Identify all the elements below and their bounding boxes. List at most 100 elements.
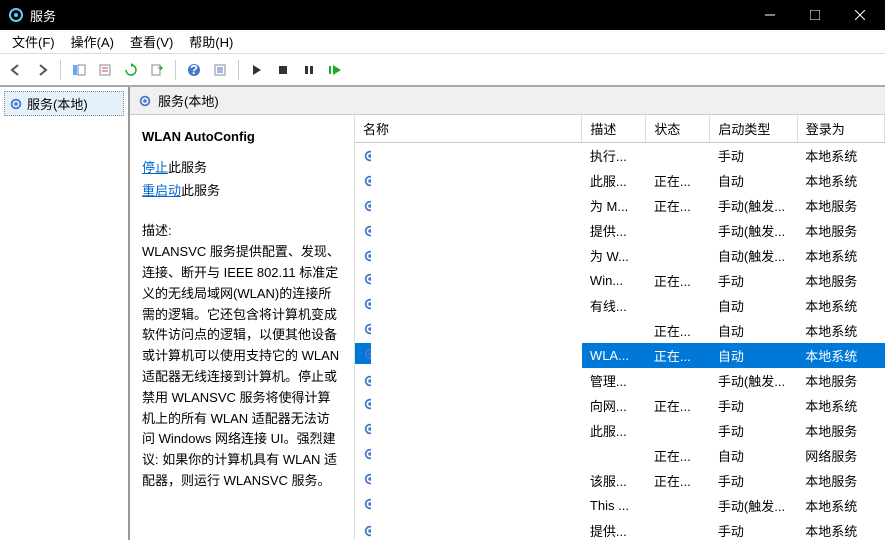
service-icon [363, 249, 371, 263]
cell-desc: 有线... [582, 293, 646, 318]
restart-link[interactable]: 重启动 [142, 183, 181, 198]
cell-logon: 本地服务 [797, 368, 884, 393]
cell-desc: This ... [582, 493, 646, 518]
cell-name: Windows 预览体验成员服务 [355, 243, 371, 268]
service-icon [363, 297, 371, 311]
table-row[interactable]: Windows 预览体验成员服务为 W...自动(触发...本地系统 [355, 243, 885, 268]
cell-name: WinHTTP Web Proxy Aut... [355, 268, 371, 289]
table-row[interactable]: Workstation正在...自动网络服务 [355, 443, 885, 468]
table-row[interactable]: Xbox Live 身份验证管理器提供...手动本地系统 [355, 518, 885, 540]
menu-view[interactable]: 查看(V) [122, 30, 181, 53]
export-button[interactable] [145, 58, 169, 82]
cell-startup: 手动 [710, 418, 797, 443]
services-icon [138, 94, 152, 108]
column-logon[interactable]: 登录为 [797, 115, 884, 143]
show-hide-tree-button[interactable] [67, 58, 91, 82]
help-button[interactable]: ? [182, 58, 206, 82]
cell-desc [582, 318, 646, 343]
column-startup[interactable]: 启动类型 [710, 115, 797, 143]
services-table-pane[interactable]: 名称 描述 状态 启动类型 登录为 Windows 管理服务执行...手动本地系… [355, 115, 885, 540]
table-row[interactable]: WinHTTP Web Proxy Aut...Win...正在...手动本地服… [355, 268, 885, 293]
cell-startup: 手动 [710, 143, 797, 169]
table-row[interactable]: WWAN AutoConfig该服...正在...手动本地服务 [355, 468, 885, 493]
refresh-button[interactable] [119, 58, 143, 82]
column-desc[interactable]: 描述 [582, 115, 646, 143]
menu-help[interactable]: 帮助(H) [181, 30, 241, 53]
nav-root-item[interactable]: 服务(本地) [4, 91, 124, 116]
cell-status [646, 518, 710, 540]
pause-service-button[interactable] [297, 58, 321, 82]
separator [238, 60, 239, 80]
forward-button[interactable] [30, 58, 54, 82]
service-icon [363, 422, 371, 436]
cell-status: 正在... [646, 318, 710, 343]
properties-button[interactable] [93, 58, 117, 82]
menu-action[interactable]: 操作(A) [63, 30, 122, 53]
stop-link[interactable]: 停止 [142, 160, 168, 175]
column-status[interactable]: 状态 [646, 115, 710, 143]
table-row[interactable]: Windows 许可证管理器服务为 M...正在...手动(触发...本地服务 [355, 193, 885, 218]
table-row[interactable]: Windows 管理服务执行...手动本地系统 [355, 143, 885, 169]
table-row[interactable]: Xbox Accessory Manage...This ...手动(触发...… [355, 493, 885, 518]
navigation-tree: 服务(本地) [0, 87, 130, 540]
cell-status: 正在... [646, 343, 710, 368]
cell-desc: 为 M... [582, 193, 646, 218]
service-icon [363, 497, 371, 511]
service-icon [363, 224, 371, 238]
cell-desc: 提供... [582, 518, 646, 540]
table-row[interactable]: Wired AutoConfig有线...自动本地系统 [355, 293, 885, 318]
table-row[interactable]: WLAN Direct 服务连接管...管理...手动(触发...本地服务 [355, 368, 885, 393]
content-title: 服务(本地) [158, 91, 219, 110]
close-button[interactable] [840, 0, 885, 30]
cell-desc: 此服... [582, 418, 646, 443]
cell-status: 正在... [646, 468, 710, 493]
cell-logon: 本地系统 [797, 293, 884, 318]
cell-desc [582, 443, 646, 468]
cell-logon: 本地系统 [797, 143, 884, 169]
back-button[interactable] [4, 58, 28, 82]
cell-startup: 手动(触发... [710, 218, 797, 243]
services-table: 名称 描述 状态 启动类型 登录为 Windows 管理服务执行...手动本地系… [355, 115, 885, 540]
cell-desc: 该服... [582, 468, 646, 493]
cell-startup: 手动 [710, 468, 797, 493]
service-icon [363, 174, 371, 188]
cell-logon: 本地系统 [797, 493, 884, 518]
cell-name: WWAN AutoConfig [355, 468, 371, 489]
service-icon [363, 397, 371, 411]
cell-status [646, 218, 710, 243]
cell-startup: 手动(触发... [710, 368, 797, 393]
cell-name: Windows 推送通知系统服务 [355, 168, 371, 193]
stop-service-button[interactable] [271, 58, 295, 82]
table-row[interactable]: Work Folders此服...手动本地服务 [355, 418, 885, 443]
table-row[interactable]: Windows 推送通知系统服务此服...正在...自动本地系统 [355, 168, 885, 193]
cell-startup: 手动 [710, 268, 797, 293]
services-icon [9, 97, 23, 111]
start-service-button[interactable] [245, 58, 269, 82]
restart-service-button[interactable] [323, 58, 347, 82]
cell-name: Windows 许可证管理器服务 [355, 193, 371, 218]
table-row[interactable]: WLAN AutoConfigWLA...正在...自动本地系统 [355, 343, 885, 368]
cell-startup: 手动(触发... [710, 193, 797, 218]
window-title: 服务 [30, 6, 750, 25]
cell-desc: 此服... [582, 168, 646, 193]
cell-name: Xbox Live 身份验证管理器 [355, 518, 371, 540]
cell-desc: Win... [582, 268, 646, 293]
menubar: 文件(F) 操作(A) 查看(V) 帮助(H) [0, 30, 885, 54]
table-row[interactable]: Wireless PAN DHCP Server正在...自动本地系统 [355, 318, 885, 343]
cell-status: 正在... [646, 268, 710, 293]
table-row[interactable]: WMI Performance Adapt...向网...正在...手动本地系统 [355, 393, 885, 418]
cell-startup: 自动 [710, 443, 797, 468]
cell-logon: 本地系统 [797, 168, 884, 193]
cell-status [646, 243, 710, 268]
table-row[interactable]: Windows 移动热点服务提供...手动(触发...本地服务 [355, 218, 885, 243]
cell-startup: 自动 [710, 168, 797, 193]
maximize-button[interactable] [795, 0, 840, 30]
cell-desc: 向网... [582, 393, 646, 418]
list-button[interactable] [208, 58, 232, 82]
cell-startup: 自动(触发... [710, 243, 797, 268]
column-name[interactable]: 名称 [355, 115, 582, 143]
cell-logon: 本地系统 [797, 343, 884, 368]
menu-file[interactable]: 文件(F) [4, 30, 63, 53]
minimize-button[interactable] [750, 0, 795, 30]
cell-logon: 本地系统 [797, 518, 884, 540]
